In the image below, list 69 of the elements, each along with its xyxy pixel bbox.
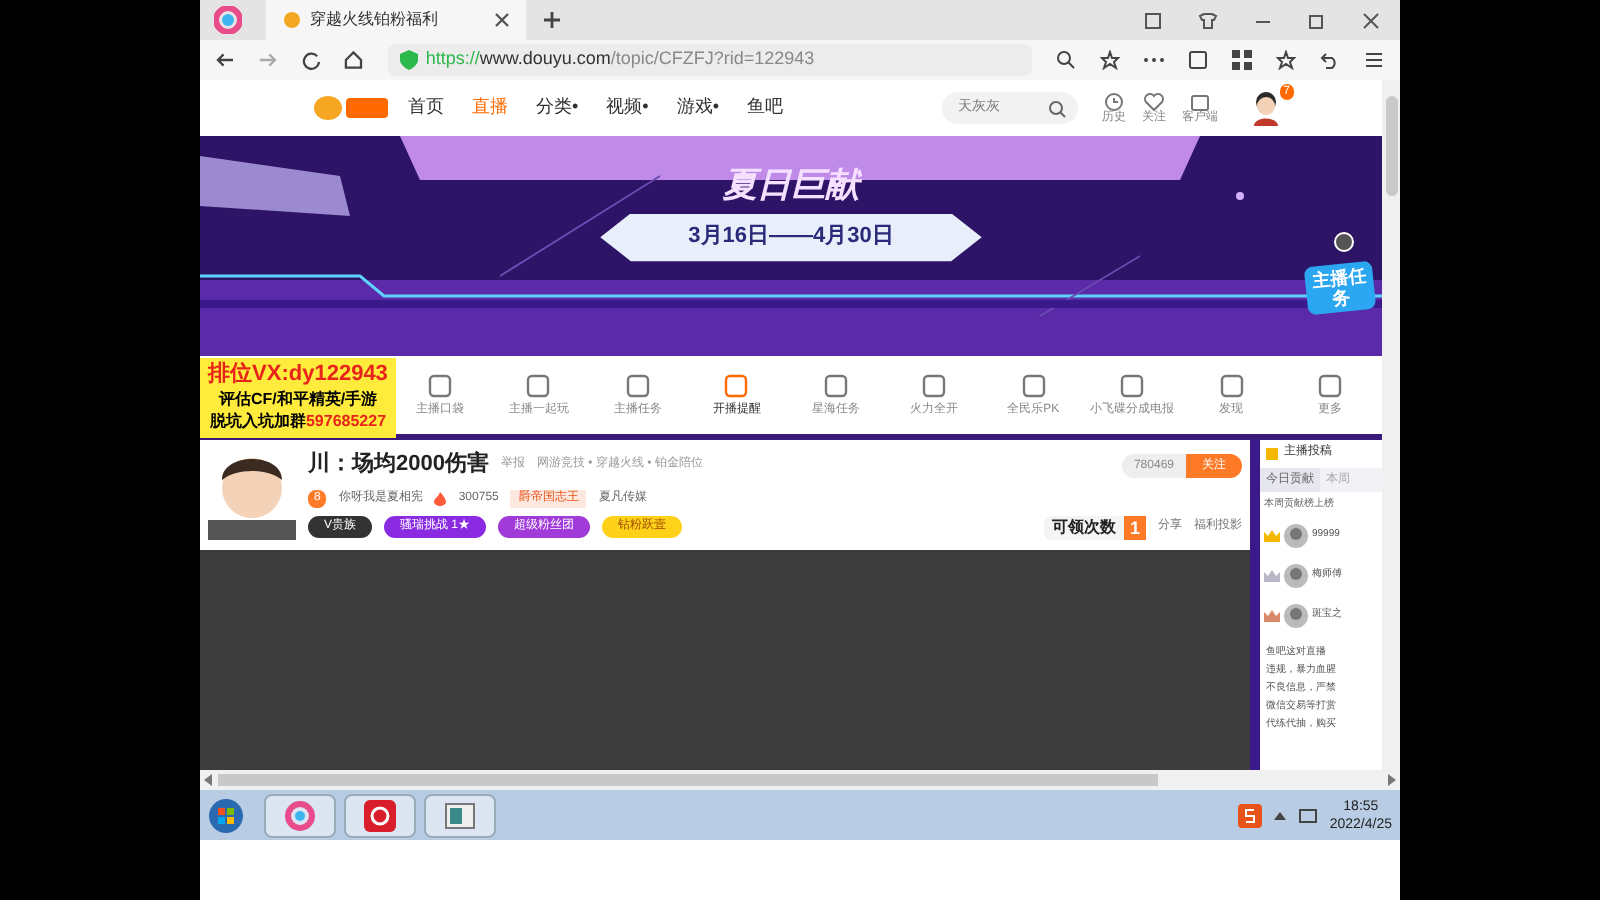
promo-text: 评估CF/和平精英/手游 [218,388,378,411]
scroll-right-icon [1386,774,1396,786]
caret-icon [1273,811,1286,819]
taskbar-button[interactable] [424,793,496,837]
square-icon [1021,373,1046,398]
forward-icon [258,50,278,70]
nav-link[interactable]: 视频• [606,94,649,122]
promo-text: 排位VX:dy122943 [208,362,388,389]
zoom-icon [1055,50,1076,70]
music-app-icon [364,799,396,831]
square-icon [625,373,650,398]
taskbar-button[interactable] [344,793,416,837]
square-icon [823,373,848,398]
browser-logo-icon [214,6,242,34]
square-icon [724,373,749,398]
square-icon [526,373,551,398]
close-icon [494,12,510,28]
square-icon [428,373,452,398]
nav-link[interactable]: 首页 [408,94,444,122]
square-icon [922,373,947,398]
browser-app-icon [284,799,316,831]
close-icon [1362,11,1380,29]
user-avatar-icon [1284,523,1308,548]
sidebar-icon [1187,50,1208,70]
nav-link[interactable]: 分类• [536,94,579,122]
stream-title: 川：场均2000伤害 [308,449,489,481]
menu-icon [1363,50,1384,70]
star-icon [1099,50,1120,70]
window-app-icon [444,799,476,831]
nav-link[interactable]: 直播 [472,94,508,122]
scrollbar-thumb[interactable] [1385,96,1397,196]
reload-icon [301,50,321,70]
shield-icon [399,50,418,70]
claim-button[interactable]: 可领次数 1 [1043,515,1146,540]
grid-icon [1231,50,1252,70]
taskbar-button[interactable] [264,793,336,837]
square-icon [1144,11,1162,29]
more-icon [1143,56,1164,64]
clock-icon [1104,91,1124,112]
nav-link[interactable]: 游戏• [676,94,719,122]
browser-tab[interactable]: 穿越火线铂粉福利 [266,0,526,40]
scroll-left-icon [204,774,214,786]
maximize-icon [1308,11,1326,29]
search-icon [1048,99,1066,118]
home-icon [344,50,364,70]
scrollbar-thumb[interactable] [218,774,1158,786]
input-method-icon [1237,803,1262,827]
square-icon [1219,373,1243,398]
promo-text: 脱坑入坑加群597685227 [209,410,387,433]
site-favicon-icon [282,10,302,30]
back-icon [216,50,235,70]
user-avatar-icon [1284,603,1308,628]
square-icon [1317,373,1342,398]
trophy-icon [1266,447,1278,460]
shirt-icon [1198,11,1218,29]
avatar-icon [1250,89,1282,126]
heart-icon [1144,91,1164,112]
address-field[interactable]: https://www.douyu.com/topic/CFZFJ?rid=122943 [387,44,1032,76]
network-icon [1297,805,1318,825]
site-logo-icon [312,93,392,122]
new-tab-icon [542,10,562,30]
monitor-icon [1190,91,1210,112]
flame-icon [434,491,447,506]
nav-link[interactable]: 鱼吧 [746,94,783,122]
favorites-icon [1275,50,1296,70]
user-avatar-icon [1284,563,1308,588]
square-icon [1120,373,1145,398]
undo-icon [1319,50,1340,70]
start-button-icon [208,797,244,833]
